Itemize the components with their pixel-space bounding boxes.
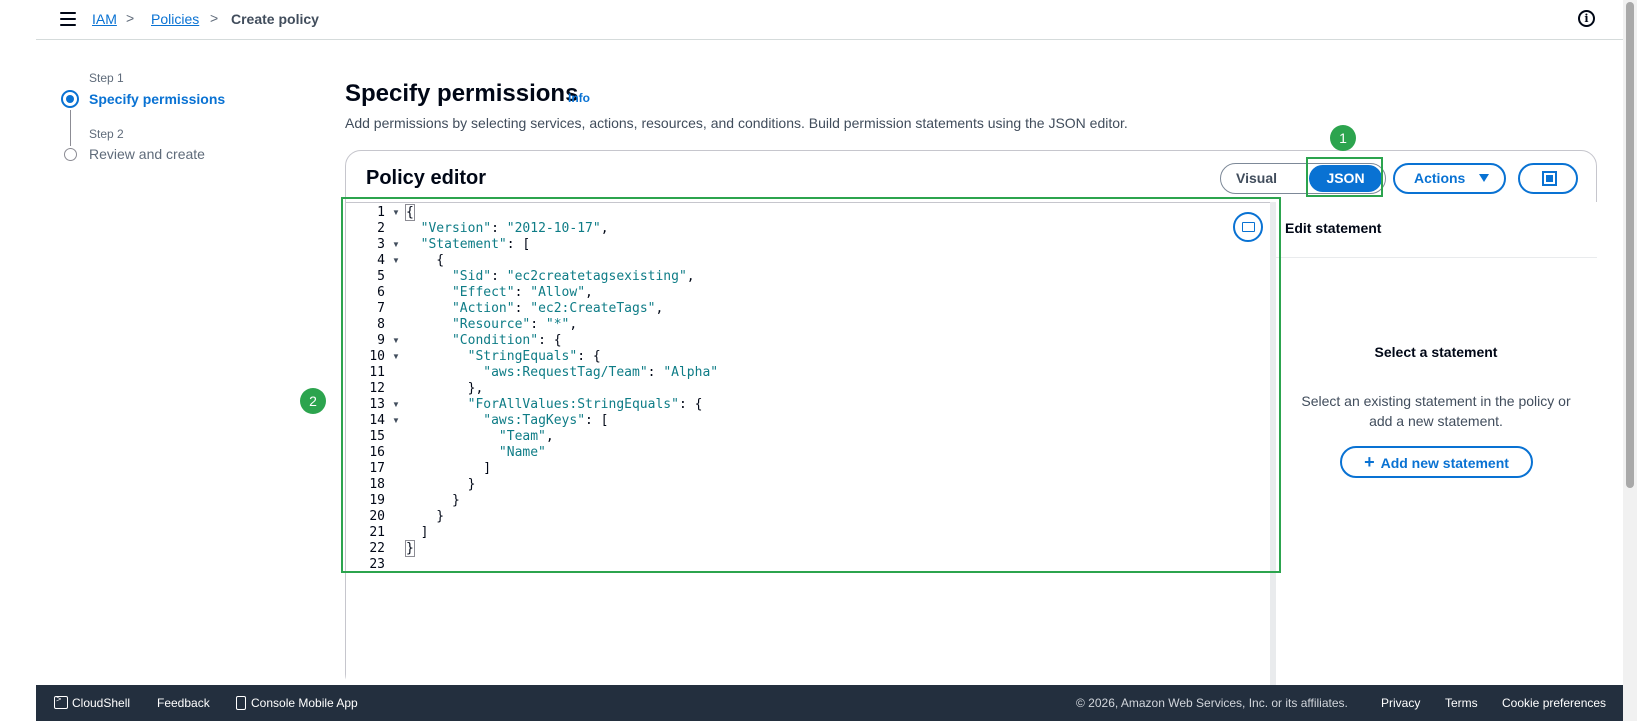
info-link[interactable]: Info bbox=[568, 91, 590, 105]
empty-state-description: Select an existing statement in the poli… bbox=[1301, 393, 1571, 429]
empty-state-title: Select a statement bbox=[1374, 344, 1498, 360]
actions-label: Actions bbox=[1414, 170, 1466, 186]
page-scrollbar[interactable] bbox=[1623, 0, 1637, 721]
fullscreen-icon bbox=[1542, 171, 1557, 186]
plus-icon: + bbox=[1364, 452, 1375, 472]
annotation-box-json bbox=[1306, 157, 1383, 197]
annotation-marker-1: 1 bbox=[1330, 125, 1356, 151]
page-title: Specify permissions bbox=[345, 80, 579, 107]
step-1-name[interactable]: Specify permissions bbox=[89, 91, 225, 107]
add-new-statement-button[interactable]: + Add new statement bbox=[1340, 446, 1533, 478]
page-description: Add permissions by selecting services, a… bbox=[345, 115, 1128, 131]
step-connector bbox=[70, 110, 71, 146]
panel-divider bbox=[1275, 257, 1597, 258]
step-active-icon bbox=[61, 90, 79, 108]
cloudshell-label: CloudShell bbox=[72, 696, 131, 710]
annotation-marker-2: 2 bbox=[300, 388, 326, 414]
actions-dropdown-button[interactable]: Actions bbox=[1393, 163, 1506, 194]
copyright-text: © 2026, Amazon Web Services, Inc. or its… bbox=[1076, 696, 1348, 710]
privacy-link[interactable]: Privacy bbox=[1381, 696, 1420, 710]
mobile-app-label: Console Mobile App bbox=[251, 696, 358, 710]
menu-icon[interactable] bbox=[60, 12, 76, 26]
add-new-statement-label: Add new statement bbox=[1380, 455, 1509, 471]
left-gutter bbox=[0, 0, 36, 721]
chevron-right-icon: > bbox=[126, 10, 135, 26]
visual-mode-button[interactable]: Visual bbox=[1236, 170, 1277, 186]
breadcrumb-policies[interactable]: Policies bbox=[151, 10, 199, 28]
phone-icon bbox=[236, 696, 246, 710]
top-navigation: IAM > Policies > Create policy i bbox=[36, 0, 1623, 40]
annotation-box-editor bbox=[341, 197, 1281, 573]
console-footer: CloudShell Feedback Console Mobile App ©… bbox=[36, 685, 1623, 721]
caret-down-icon bbox=[1479, 174, 1489, 182]
chevron-right-icon: > bbox=[210, 10, 219, 26]
mobile-app-link[interactable]: Console Mobile App bbox=[236, 696, 358, 710]
step-1-label: Step 1 bbox=[89, 71, 124, 85]
info-icon[interactable]: i bbox=[1578, 10, 1595, 27]
statement-panel-title: Edit statement bbox=[1285, 220, 1382, 236]
step-inactive-icon bbox=[64, 148, 77, 161]
cloudshell-link[interactable]: CloudShell bbox=[54, 694, 131, 710]
policy-editor-title: Policy editor bbox=[366, 167, 487, 189]
terms-link[interactable]: Terms bbox=[1445, 696, 1478, 710]
page-scrollbar-thumb[interactable] bbox=[1626, 2, 1634, 488]
step-2-label: Step 2 bbox=[89, 127, 124, 141]
terminal-icon bbox=[54, 694, 68, 709]
fullscreen-button[interactable] bbox=[1518, 163, 1578, 194]
cookie-preferences-link[interactable]: Cookie preferences bbox=[1502, 696, 1606, 710]
breadcrumb-current: Create policy bbox=[231, 11, 319, 27]
breadcrumb-iam[interactable]: IAM bbox=[92, 10, 117, 28]
feedback-link[interactable]: Feedback bbox=[157, 696, 210, 710]
step-2-name: Review and create bbox=[89, 146, 205, 162]
